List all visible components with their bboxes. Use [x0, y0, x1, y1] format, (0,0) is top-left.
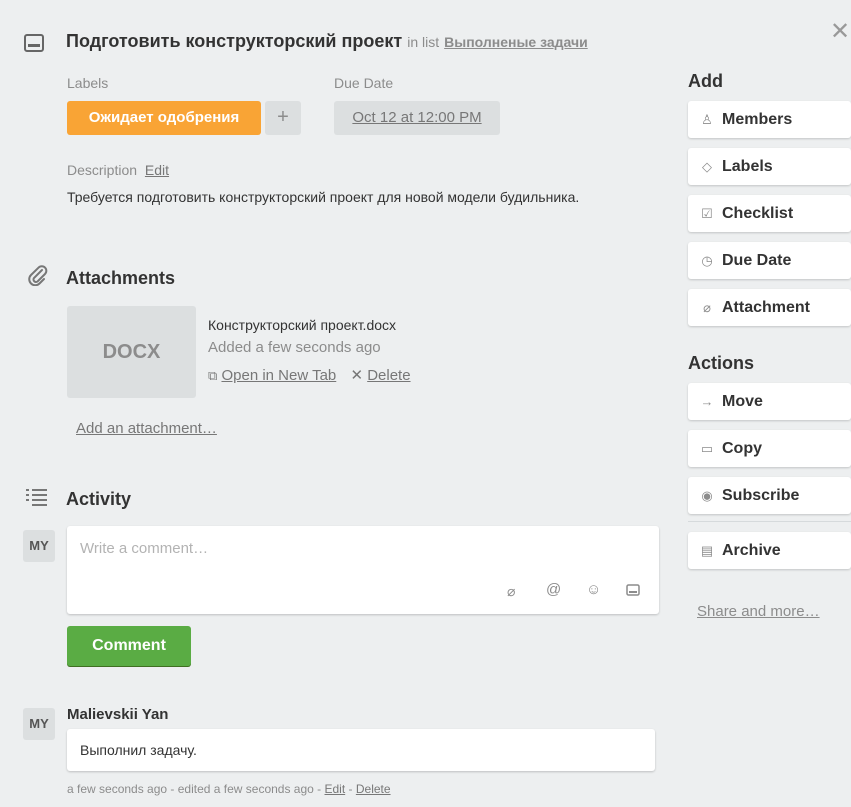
copy-button[interactable]: ▭ Copy — [688, 430, 851, 467]
activity-heading: Activity — [66, 489, 132, 509]
comment-meta-text: a few seconds ago - edited a few seconds… — [67, 782, 325, 796]
paperclip-icon — [27, 264, 49, 286]
archive-button[interactable]: ▤ Archive — [688, 532, 851, 569]
card-title-text[interactable]: Подготовить конструкторский проект — [66, 31, 402, 51]
attachment-actions: ⧉ Open in New Tab ✕ Delete — [208, 366, 411, 384]
paperclip-icon: ⌀ — [703, 300, 711, 315]
add-label-button[interactable]: + — [265, 101, 301, 135]
card-icon — [24, 34, 44, 52]
copy-label: Copy — [722, 440, 762, 457]
add-checklist-label: Checklist — [722, 205, 794, 222]
description-edit-link[interactable]: Edit — [145, 162, 169, 178]
share-and-more-link[interactable]: Share and more… — [697, 603, 820, 620]
comment-meta: a few seconds ago - edited a few seconds… — [67, 782, 391, 796]
activity-list-icon — [26, 488, 48, 506]
delete-x-icon: ✕ — [350, 367, 364, 384]
comment-author[interactable]: Malievskii Yan — [67, 706, 168, 723]
comment-author-avatar[interactable]: MY — [23, 708, 55, 740]
archive-icon: ▤ — [700, 543, 714, 558]
add-members-label: Members — [722, 111, 793, 128]
due-date-button[interactable]: Oct 12 at 12:00 PM — [334, 101, 500, 135]
in-list-text: in list — [407, 34, 440, 50]
comment-button[interactable]: Comment — [67, 626, 191, 666]
comment-delete-link[interactable]: Delete — [356, 782, 391, 796]
attachment-added-text: Added a few seconds ago — [208, 339, 381, 356]
mention-icon[interactable]: @ — [546, 581, 561, 598]
comment-meta-sep: - — [345, 782, 356, 796]
attachment-filename: Конструкторский проект.docx — [208, 317, 397, 333]
labels-heading: Labels — [67, 75, 109, 91]
add-heading: Add — [688, 71, 723, 91]
description-heading: Description Edit — [67, 162, 169, 178]
add-attachment-button[interactable]: ⌀ Attachment — [688, 289, 851, 326]
avatar[interactable]: MY — [23, 530, 55, 562]
comment-body: Выполнил задачу. — [67, 729, 655, 771]
add-labels-button[interactable]: ◇ Labels — [688, 148, 851, 185]
add-attachment-link[interactable]: Add an attachment… — [76, 420, 217, 437]
subscribe-label: Subscribe — [722, 487, 800, 504]
description-text[interactable]: Требуется подготовить конструкторский пр… — [67, 188, 627, 207]
attach-comment-icon[interactable]: ⌀ — [507, 583, 515, 600]
subscribe-button[interactable]: ◉ Subscribe — [688, 477, 851, 514]
open-in-new-tab-link[interactable]: Open in New Tab — [221, 367, 336, 384]
emoji-icon[interactable]: ☺ — [586, 581, 601, 598]
label-badge[interactable]: Ожидает одобрения — [67, 101, 261, 135]
eye-icon: ◉ — [701, 488, 713, 503]
comment-text: Выполнил задачу. — [80, 742, 197, 758]
attachment-thumbnail[interactable]: DOCX — [67, 306, 196, 398]
due-date-heading: Due Date — [334, 75, 394, 91]
copy-icon: ▭ — [700, 441, 714, 456]
clock-icon: ◷ — [701, 253, 713, 268]
archive-label: Archive — [722, 542, 781, 559]
add-attachment-label: Attachment — [722, 299, 811, 316]
arrow-right-icon: → — [700, 394, 714, 409]
delete-attachment-link[interactable]: Delete — [367, 367, 410, 384]
attachments-heading: Attachments — [66, 268, 176, 288]
move-button[interactable]: → Move — [688, 383, 851, 420]
close-icon[interactable]: ✕ — [830, 20, 850, 44]
add-due-date-button[interactable]: ◷ Due Date — [688, 242, 851, 279]
move-label: Move — [722, 393, 763, 410]
card-link-icon[interactable] — [626, 584, 640, 596]
add-checklist-button[interactable]: ☑ Checklist — [688, 195, 851, 232]
checkbox-icon: ☑ — [701, 206, 713, 221]
add-members-button[interactable]: ♙ Members — [688, 101, 851, 138]
description-heading-text: Description — [67, 162, 138, 178]
person-icon: ♙ — [701, 112, 713, 127]
comment-input[interactable]: Write a comment… ⌀ @ ☺ — [67, 526, 659, 614]
comment-placeholder: Write a comment… — [80, 540, 209, 557]
tag-icon: ◇ — [702, 159, 712, 174]
sidebar-divider — [688, 521, 851, 522]
external-link-icon: ⧉ — [208, 368, 218, 383]
actions-heading: Actions — [688, 353, 755, 373]
add-labels-label: Labels — [722, 158, 773, 175]
add-due-date-label: Due Date — [722, 252, 792, 269]
comment-edit-link[interactable]: Edit — [325, 782, 346, 796]
list-name-link[interactable]: Выполненые задачи — [444, 34, 588, 50]
card-title[interactable]: Подготовить конструкторский проект in li… — [66, 31, 588, 52]
